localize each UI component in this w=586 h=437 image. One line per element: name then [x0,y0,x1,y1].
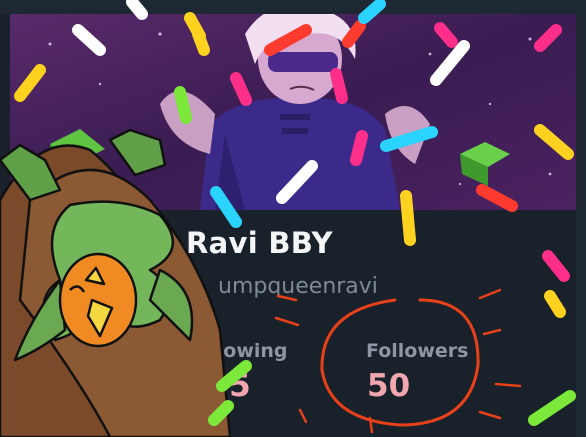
profile-handle: umpqueenravi [218,274,378,299]
profile-banner-image[interactable] [10,14,576,210]
followers-label[interactable]: Followers [366,340,468,362]
card-frame-top [0,0,586,14]
followers-count[interactable]: 50 [367,368,410,404]
profile-display-name: Ravi BBY [186,226,333,260]
banner-illustration [10,14,576,210]
profile-card: Ravi BBY umpqueenravi Following 155 Foll… [0,0,586,437]
red-circle-annotation [320,298,480,427]
card-frame-right [576,0,586,437]
following-label[interactable]: Following [185,340,288,362]
following-count[interactable]: 155 [186,368,251,404]
